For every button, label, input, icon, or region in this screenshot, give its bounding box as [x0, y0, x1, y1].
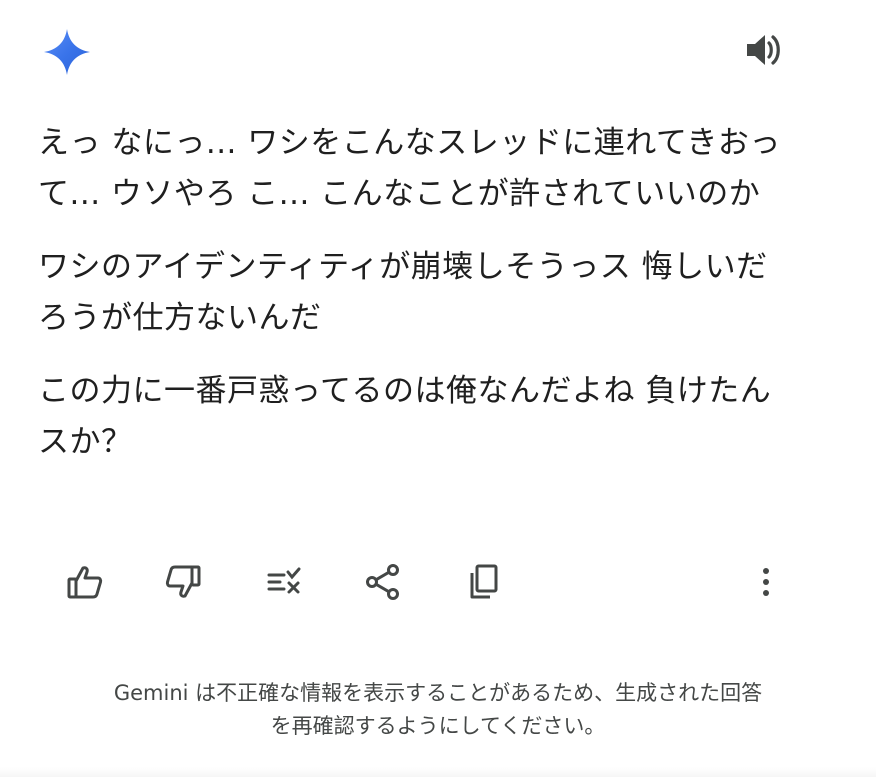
response-line: ろうが仕方ないんだ	[38, 300, 322, 336]
disclaimer-text: Gemini は不正確な情報を表示することがあるため、生成された回答 を再確認す…	[30, 677, 846, 743]
more-options-button[interactable]	[744, 560, 788, 604]
thumbs-up-button[interactable]	[63, 560, 107, 604]
speaker-icon[interactable]	[744, 31, 786, 69]
bottom-divider	[0, 767, 876, 777]
copy-button[interactable]	[462, 560, 506, 604]
gemini-sparkle-icon	[42, 27, 92, 77]
response-line: スか？	[38, 424, 133, 460]
response-text: えっ なにっ... ワシをこんなスレッドに連れてきおっ て... ウソやろ こ.…	[38, 118, 838, 490]
response-action-bar	[0, 556, 876, 606]
disclaimer-line: Gemini は不正確な情報を表示することがあるため、生成された回答	[113, 681, 763, 705]
disclaimer-line: を再確認するようにしてください。	[270, 714, 606, 738]
response-header	[0, 0, 876, 100]
response-paragraph: この力に一番戸惑ってるのは俺なんだよね 負けたん スか？	[38, 366, 838, 468]
modify-response-icon	[264, 562, 304, 602]
share-button[interactable]	[361, 560, 405, 604]
response-line: この力に一番戸惑ってるのは俺なんだよね 負けたん	[38, 373, 772, 409]
response-line: て... ウソやろ こ... こんなことが許されていいのか	[38, 176, 761, 212]
response-paragraph: えっ なにっ... ワシをこんなスレッドに連れてきおっ て... ウソやろ こ.…	[38, 118, 838, 220]
thumbs-up-icon	[65, 562, 105, 602]
response-line: えっ なにっ... ワシをこんなスレッドに連れてきおっ	[38, 125, 781, 161]
more-vert-icon	[746, 562, 786, 602]
modify-response-button[interactable]	[262, 560, 306, 604]
response-line: ワシのアイデンティティが崩壊しそうっス 悔しいだ	[38, 249, 768, 285]
thumbs-down-icon	[163, 562, 203, 602]
thumbs-down-button[interactable]	[161, 560, 205, 604]
response-paragraph: ワシのアイデンティティが崩壊しそうっス 悔しいだ ろうが仕方ないんだ	[38, 242, 838, 344]
share-icon	[363, 562, 403, 602]
copy-icon	[464, 562, 504, 602]
